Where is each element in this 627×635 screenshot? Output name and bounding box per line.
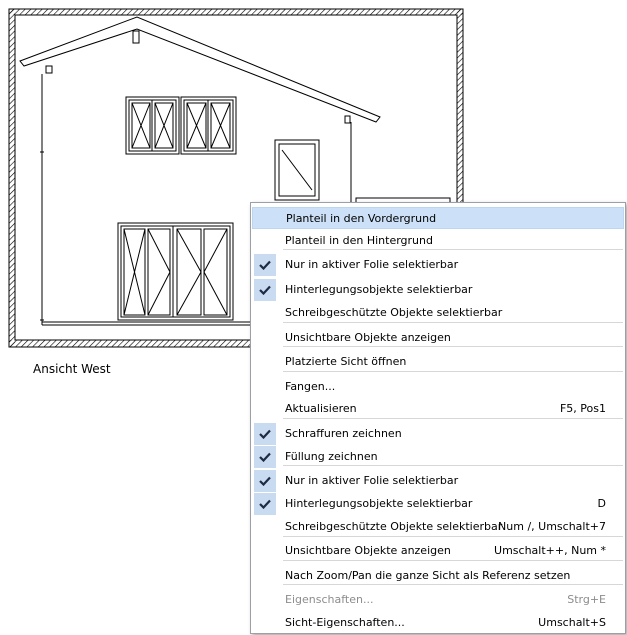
menu-item-label: Unsichtbare Objekte anzeigen bbox=[285, 331, 451, 344]
menu-separator bbox=[283, 560, 623, 561]
menu-item-label: Nach Zoom/Pan die ganze Sicht als Refere… bbox=[285, 569, 571, 582]
menu-item-label: Hinterlegungsobjekte selektierbar bbox=[285, 283, 473, 296]
menu-separator bbox=[283, 465, 623, 466]
menu-item[interactable]: Fangen... bbox=[252, 376, 624, 398]
menu-separator bbox=[283, 536, 623, 537]
checkmark-icon bbox=[254, 279, 276, 301]
menu-item[interactable]: Sicht-Eigenschaften... Umschalt+S bbox=[252, 612, 624, 634]
checkmark-icon bbox=[254, 470, 276, 492]
checkmark-icon bbox=[254, 446, 276, 468]
menu-item-shortcut: Umschalt++, Num * bbox=[494, 544, 606, 557]
menu-item[interactable]: Platzierte Sicht öffnen bbox=[252, 351, 624, 373]
menu-item[interactable]: Aktualisieren F5, Pos1 bbox=[252, 398, 624, 420]
menu-item-label: Schraffuren zeichnen bbox=[285, 427, 402, 440]
menu-item-label: Füllung zeichnen bbox=[285, 450, 378, 463]
menu-item[interactable]: Unsichtbare Objekte anzeigen Umschalt++, … bbox=[252, 540, 624, 562]
menu-item[interactable]: Nur in aktiver Folie selektierbar bbox=[252, 254, 624, 276]
menu-item[interactable]: Nur in aktiver Folie selektierbar bbox=[252, 470, 624, 492]
menu-item-label: Nur in aktiver Folie selektierbar bbox=[285, 474, 459, 487]
menu-item-shortcut: Num /, Umschalt+7 bbox=[498, 520, 606, 533]
menu-item[interactable]: Hinterlegungsobjekte selektierbar D bbox=[252, 493, 624, 515]
menu-item[interactable]: Eigenschaften... Strg+E bbox=[252, 589, 624, 611]
menu-item-label: Hinterlegungsobjekte selektierbar bbox=[285, 497, 473, 510]
menu-separator bbox=[283, 584, 623, 585]
menu-item-label: Nur in aktiver Folie selektierbar bbox=[285, 258, 459, 271]
menu-item-label: Platzierte Sicht öffnen bbox=[285, 355, 407, 368]
menu-item-label: Sicht-Eigenschaften... bbox=[285, 616, 405, 629]
checkmark-icon bbox=[254, 493, 276, 515]
view-caption: Ansicht West bbox=[33, 362, 111, 376]
menu-item-shortcut: Umschalt+S bbox=[538, 616, 606, 629]
menu-item-shortcut: Strg+E bbox=[567, 593, 606, 606]
menu-item-label: Planteil in den Hintergrund bbox=[285, 234, 433, 247]
menu-separator bbox=[283, 346, 623, 347]
checkmark-icon bbox=[254, 254, 276, 276]
menu-item[interactable]: Schreibgeschützte Objekte selektierbar bbox=[252, 302, 624, 324]
menu-item-label: Eigenschaften... bbox=[285, 593, 374, 606]
menu-item-label: Unsichtbare Objekte anzeigen bbox=[285, 544, 451, 557]
menu-item-shortcut: F5, Pos1 bbox=[559, 402, 606, 415]
menu-item-label: Schreibgeschützte Objekte selektierbar bbox=[285, 306, 503, 319]
menu-item-label: Planteil in den Vordergrund bbox=[286, 212, 437, 225]
context-menu[interactable]: Planteil in den Vordergrund Planteil in d… bbox=[250, 202, 626, 634]
menu-item-label: Aktualisieren bbox=[285, 402, 357, 415]
menu-separator bbox=[283, 322, 623, 323]
menu-separator bbox=[283, 371, 623, 372]
checkmark-icon bbox=[254, 423, 276, 445]
menu-item-label: Fangen... bbox=[285, 380, 336, 393]
menu-item-shortcut: D bbox=[597, 497, 606, 510]
menu-item[interactable]: Hinterlegungsobjekte selektierbar bbox=[252, 279, 624, 301]
menu-item[interactable]: Schraffuren zeichnen bbox=[252, 423, 624, 445]
menu-item[interactable]: Schreibgeschützte Objekte selektierbar Nu… bbox=[252, 516, 624, 538]
menu-separator bbox=[283, 418, 623, 419]
menu-item-label: Schreibgeschützte Objekte selektierbar bbox=[285, 520, 503, 533]
menu-separator bbox=[283, 249, 623, 250]
menu-item[interactable]: Planteil in den Vordergrund bbox=[252, 207, 624, 229]
